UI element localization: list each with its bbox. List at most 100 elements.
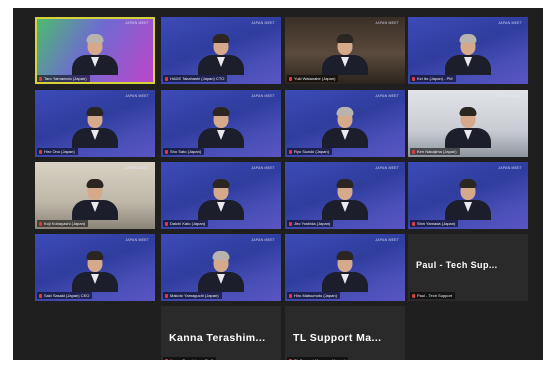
participant-name-label: Ken Nakajima (Japan) [417,149,457,154]
mic-muted-icon [289,149,292,154]
participant-nameplate: Koji Kobayashi (Japan) [37,220,89,227]
participant-name-label: Kanna Terashima - Staff [170,357,213,360]
mic-muted-icon [165,76,168,81]
participant-name-label: Sho Sato (Japan) [170,149,202,154]
mic-muted-icon [412,221,415,226]
participant-video-feed [70,178,120,220]
participant-video-feed [70,33,120,75]
mic-muted-icon [165,221,168,226]
event-logo: JAPAN MEET [251,21,275,25]
event-logo: JAPAN MEET [498,94,522,98]
participant-tile[interactable]: JAPAN MEET Makoto Yamaguchi (Japan) [161,234,281,301]
participant-display-name: Paul - Tech Sup... [416,260,498,270]
participant-tile[interactable]: JAPAN MEET Shin Yamada (Japan) [408,162,528,229]
participant-nameplate: Shin Yamada (Japan) [410,220,459,227]
participant-name-label: Koji Kobayashi (Japan) [44,221,86,226]
participant-name-label: HADE Takahashi (Japan) CTO [170,76,225,81]
event-logo: JAPAN MEET [375,238,399,242]
participant-display-name: TL Support Ma... [293,332,382,344]
event-logo: JAPAN MEET [125,21,149,25]
mic-muted-icon [412,149,415,154]
participant-tile[interactable]: JAPAN MEET Taro Yamamoto (Japan) [35,17,155,84]
participant-tile[interactable]: JAPAN MEET Hiro Matsumoto (Japan) [285,234,405,301]
participant-nameplate: Yuki Watanabe (Japan) [287,75,339,82]
participant-nameplate: Ryo Suzuki (Japan) [287,148,332,155]
participant-tile[interactable]: JAPAN MEET Daichi Kato (Japan) [161,162,281,229]
participant-name-label: Kei Ito (Japan) - PM [417,76,453,81]
participant-video-feed [443,178,493,220]
participant-tile[interactable]: TL Support Ma... TL Support Manager (Japa… [285,306,405,360]
participant-nameplate: Saki Sasaki (Japan) CEO [37,292,93,299]
participant-video-feed [320,178,370,220]
event-logo: JAPAN MEET [375,21,399,25]
participant-name-label: Daichi Kato (Japan) [170,221,206,226]
participant-nameplate: Hiro Ono (Japan) [37,148,78,155]
participant-name-label: Hiro Ono (Japan) [44,149,75,154]
participant-nameplate: Daichi Kato (Japan) [163,220,209,227]
mic-muted-icon [289,358,292,360]
event-logo: JAPAN MEET [251,94,275,98]
participant-video-feed [196,33,246,75]
mic-muted-icon [412,76,415,81]
participant-nameplate: Kei Ito (Japan) - PM [410,75,456,82]
event-logo: JAPAN MEET [375,166,399,170]
participant-tile[interactable]: JAPAN MEET Ken Nakajima (Japan) [408,90,528,157]
participant-video-feed [70,106,120,148]
mic-muted-icon [412,293,415,298]
participant-name-label: TL Support Manager (Japan) [294,357,345,360]
participant-nameplate: Jiro Yoshida (Japan) [287,220,334,227]
participant-video-feed [70,250,120,292]
participant-nameplate: Hiro Matsumoto (Japan) [287,292,340,299]
event-logo: JAPAN MEET [125,238,149,242]
participant-tile[interactable]: Paul - Tech Sup... Paul - Tech Support [408,234,528,301]
participant-name-label: Paul - Tech Support [417,293,453,298]
participant-nameplate: Sho Sato (Japan) [163,148,205,155]
participant-tile[interactable]: JAPAN MEET Sho Sato (Japan) [161,90,281,157]
mic-muted-icon [289,76,292,81]
participant-video-feed [320,250,370,292]
participant-name-label: Jiro Yoshida (Japan) [294,221,331,226]
participant-display-name: Kanna Terashim... [169,332,266,344]
event-logo: JAPAN MEET [251,166,275,170]
mic-muted-icon [165,358,168,360]
participant-nameplate: Ken Nakajima (Japan) [410,148,460,155]
mic-muted-icon [39,76,42,81]
participant-nameplate: HADE Takahashi (Japan) CTO [163,75,228,82]
mic-muted-icon [289,293,292,298]
event-logo: JAPAN MEET [251,238,275,242]
participant-name-label: Yuki Watanabe (Japan) [294,76,336,81]
mic-muted-icon [39,149,42,154]
participant-tile[interactable]: JAPAN MEET Koji Kobayashi (Japan) [35,162,155,229]
mic-muted-icon [165,149,168,154]
participant-video-feed [320,106,370,148]
participant-tile[interactable]: JAPAN MEET Kei Ito (Japan) - PM [408,17,528,84]
event-logo: JAPAN MEET [375,94,399,98]
event-logo: JAPAN MEET [498,166,522,170]
participant-name-label: Shin Yamada (Japan) [417,221,456,226]
mic-muted-icon [39,221,42,226]
participant-tile[interactable]: JAPAN MEET Hiro Ono (Japan) [35,90,155,157]
event-logo: JAPAN MEET [125,94,149,98]
participant-nameplate: Kanna Terashima - Staff [163,357,216,360]
participant-name-label: Makoto Yamaguchi (Japan) [170,293,219,298]
participant-name-label: Ryo Suzuki (Japan) [294,149,329,154]
participant-tile[interactable]: JAPAN MEET Jiro Yoshida (Japan) [285,162,405,229]
participant-video-feed [320,33,370,75]
participant-tile[interactable]: JAPAN MEET Ryo Suzuki (Japan) [285,90,405,157]
participant-tile[interactable]: JAPAN MEET Saki Sasaki (Japan) CEO [35,234,155,301]
participant-video-feed [196,106,246,148]
participant-video-feed [443,106,493,148]
participant-video-feed [443,33,493,75]
participant-nameplate: Paul - Tech Support [410,292,456,299]
participant-name-label: Taro Yamamoto (Japan) [44,76,87,81]
participant-tile[interactable]: JAPAN MEET HADE Takahashi (Japan) CTO [161,17,281,84]
participant-tile[interactable]: Kanna Terashim... Kanna Terashima - Staff [161,306,281,360]
participant-video-feed [196,178,246,220]
participant-tile[interactable]: JAPAN MEET Yuki Watanabe (Japan) [285,17,405,84]
participant-nameplate: Taro Yamamoto (Japan) [37,75,90,82]
mic-muted-icon [39,293,42,298]
participant-nameplate: TL Support Manager (Japan) [287,357,349,360]
participant-name-label: Hiro Matsumoto (Japan) [294,293,337,298]
event-logo: JAPAN MEET [498,21,522,25]
video-conference-gallery: JAPAN MEET Taro Yamamoto (Japan) JAPAN MEE… [13,8,543,360]
